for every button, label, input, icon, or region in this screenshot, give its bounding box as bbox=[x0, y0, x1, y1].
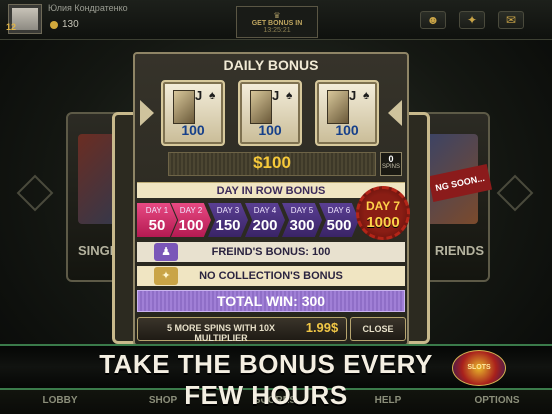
spade-icon: ♠ bbox=[209, 88, 216, 102]
player-name: Юлия Кондратенко bbox=[48, 3, 128, 13]
spade-icon: ♠ bbox=[363, 88, 370, 102]
spins-counter: 0 SPINS bbox=[380, 152, 402, 176]
day-label: DAY 4 bbox=[253, 206, 277, 215]
card-rank: J bbox=[195, 88, 203, 103]
get-bonus-label: GET BONUS IN bbox=[251, 20, 303, 27]
get-bonus-timer: 13:25:21 bbox=[263, 27, 291, 34]
day-label: DAY 6 bbox=[327, 206, 351, 215]
card-rank: J bbox=[349, 88, 357, 103]
bonus-reel-2: J ♠ 100 bbox=[238, 80, 302, 146]
day-label: DAY 1 bbox=[145, 206, 169, 215]
game-logo-text: SLOTS bbox=[467, 364, 491, 371]
day7-label: DAY 7 bbox=[365, 199, 401, 213]
win-amount: $100 bbox=[253, 153, 291, 172]
day7-value: 1000 bbox=[366, 214, 400, 231]
spade-icon: ♠ bbox=[286, 88, 293, 102]
friends-icon[interactable]: ☻ bbox=[420, 11, 446, 29]
day-label: DAY 2 bbox=[179, 206, 203, 215]
scroll-left-icon[interactable] bbox=[16, 174, 54, 212]
card-face-icon bbox=[327, 90, 349, 124]
promo-banner-text: TAKE THE BONUS EVERY FEW HOURS bbox=[99, 349, 433, 410]
day7-seal bbox=[356, 186, 410, 240]
popup-title: DAILY BONUS bbox=[223, 57, 319, 73]
butterfly-icon[interactable]: ✦ bbox=[459, 11, 485, 29]
buy-spins-label[interactable]: 5 MORE SPINS WITH 10X MULTIPLIER bbox=[142, 323, 300, 343]
get-bonus-button[interactable]: ♛ GET BONUS IN 13:25:21 bbox=[236, 6, 318, 38]
bonus-reel-3: J ♠ 100 bbox=[315, 80, 379, 146]
day-label: DAY 3 bbox=[216, 206, 240, 215]
card-rank: J bbox=[272, 88, 280, 103]
day-value: 50 bbox=[148, 217, 166, 234]
card-face-icon bbox=[250, 90, 272, 124]
day-chevron-1: DAY 1 50 bbox=[137, 203, 177, 237]
reel-arrow-right-icon bbox=[388, 100, 402, 126]
mail-icon[interactable]: ✉ bbox=[498, 11, 524, 29]
total-win-bar: TOTAL WIN: 300 bbox=[137, 290, 405, 312]
reel-value: 100 bbox=[258, 122, 282, 138]
spins-count: 0 bbox=[388, 154, 394, 164]
reel-value: 100 bbox=[335, 122, 359, 138]
bonus-reel-1: J ♠ 100 bbox=[161, 80, 225, 146]
crown-icon: ♛ bbox=[273, 11, 281, 20]
game-scene: 12 Юлия Кондратенко 130 ♛ GET BONUS IN 1… bbox=[0, 0, 552, 414]
coin-icon bbox=[50, 21, 58, 29]
reel-arrow-left-icon bbox=[140, 100, 154, 126]
spins-label: SPINS bbox=[381, 164, 400, 170]
level-badge: 12 bbox=[6, 22, 17, 32]
day-label: DAY 5 bbox=[290, 206, 314, 215]
close-button[interactable]: CLOSE bbox=[350, 317, 406, 341]
buy-spins-price[interactable]: 1.99$ bbox=[300, 320, 344, 335]
reel-value: 100 bbox=[181, 122, 205, 138]
nav-options[interactable]: OPTIONS bbox=[462, 388, 532, 410]
scroll-right-icon[interactable] bbox=[496, 174, 534, 212]
coin-count: 130 bbox=[62, 19, 79, 30]
friends-bonus-icon: ♟ bbox=[154, 243, 178, 261]
card-face-icon bbox=[173, 90, 195, 124]
butterfly-icon: ✦ bbox=[154, 267, 178, 285]
